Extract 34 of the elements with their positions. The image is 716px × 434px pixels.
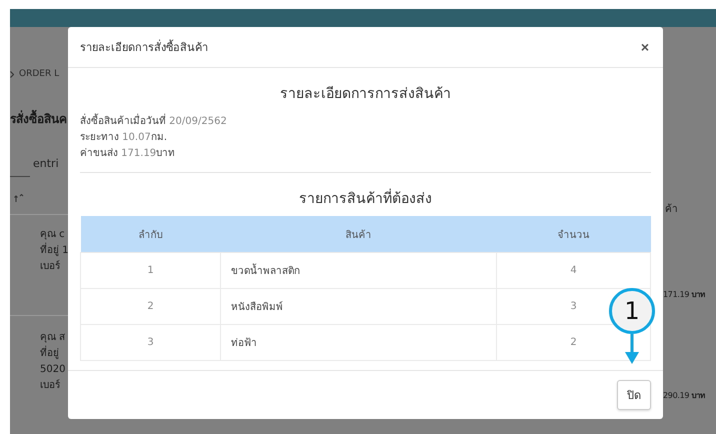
page-heading: รสั่งซื้อสินค — [10, 109, 68, 128]
info-text: ค่าขนส่ง 171.19บาท — [80, 147, 176, 161]
column-header: สินค้า — [220, 216, 496, 252]
column-header: ลำกับ — [80, 216, 220, 252]
order-text: เบอร์ — [40, 378, 61, 393]
table-cell: 4 — [496, 252, 650, 288]
table-cell: 2 — [80, 288, 220, 324]
section-heading: รายการสินค้าที่ต้องส่ง — [80, 187, 651, 209]
table-cell: 3 — [80, 324, 220, 360]
info-text: สั่งซื้อสินค้าเมื่อวันที่ 20/09/2562 — [80, 114, 651, 130]
arrow-icon — [625, 334, 639, 364]
table-cell: หนังสือพิมพ์ — [220, 288, 496, 324]
table-cell: ท่อฟ้า — [220, 324, 496, 360]
modal-title: รายละเอียดการสั่งซื้อสินค้า — [80, 38, 208, 56]
amount-text: 290.19 บาท — [663, 391, 705, 400]
order-text: คุณ c — [40, 228, 66, 242]
breadcrumb-link[interactable]: ORDER L — [19, 69, 60, 79]
order-text: เบอร์ — [40, 259, 61, 274]
amount-text: 171.19 บาท — [663, 290, 705, 299]
close-button[interactable]: × — [638, 39, 651, 55]
table-cell: ขวดน้ำพลาสติก — [220, 252, 496, 288]
order-text: ที่อยู่ — [40, 346, 68, 362]
section-heading: รายละเอียดการการส่งสินค้า — [279, 85, 452, 104]
order-text: คุณ ส — [40, 331, 66, 345]
info-text: ระยะทาง 10.07กม. — [80, 131, 168, 145]
column-header: จำนวน — [496, 216, 650, 252]
sort-icon[interactable] — [14, 194, 24, 202]
table-cell: 1 — [80, 252, 220, 288]
order-text: ที่อยู่ 1 — [40, 243, 68, 259]
entries-label: entri — [33, 157, 60, 170]
order-text: 5020 — [40, 363, 66, 377]
chevron-icon — [10, 70, 14, 78]
column-header: ค้า — [665, 204, 678, 215]
close-button[interactable]: ปิด — [617, 380, 651, 410]
